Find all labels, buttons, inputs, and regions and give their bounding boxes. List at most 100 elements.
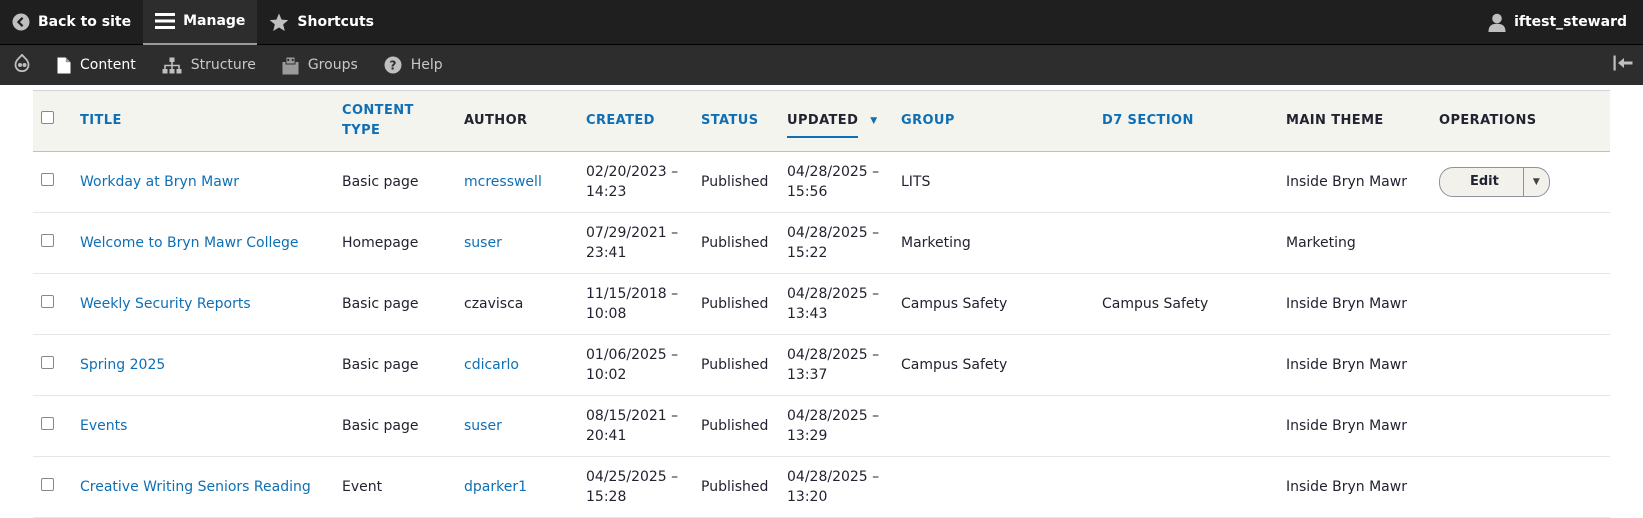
row-checkbox[interactable] <box>41 356 54 369</box>
user-icon <box>1488 13 1506 32</box>
row-checkbox[interactable] <box>41 417 54 430</box>
svg-text:?: ? <box>389 58 396 72</box>
row-select-cell <box>33 212 72 274</box>
row-author[interactable]: suser <box>464 418 502 434</box>
row-author[interactable]: czavisca <box>464 296 523 312</box>
tray-item-groups-label: Groups <box>307 57 358 73</box>
select-all-cell <box>33 90 72 152</box>
row-created-date: 08/15/2021 – <box>586 408 679 424</box>
header-status[interactable]: STATUS <box>693 90 779 152</box>
table-row: Events Basic page suser 08/15/2021 – 20:41 Pu… <box>33 395 1610 457</box>
row-content-type: Basic page <box>334 273 456 335</box>
row-title-link[interactable]: Spring 2025 <box>72 334 334 396</box>
row-updated-time: 15:56 <box>787 184 828 200</box>
back-to-site-label: Back to site <box>38 14 132 30</box>
row-status: Published <box>693 151 779 213</box>
collapse-left-icon <box>1613 55 1633 75</box>
manage-label: Manage <box>183 13 246 29</box>
row-d7-section <box>1094 395 1278 457</box>
manage-tab[interactable]: Manage <box>143 0 258 45</box>
row-title-link[interactable]: Events <box>72 395 334 457</box>
header-group[interactable]: GROUP <box>893 90 1094 152</box>
row-updated-date: 04/28/2025 – <box>787 164 880 180</box>
row-created-time: 10:08 <box>586 306 627 322</box>
row-select-cell <box>33 151 72 213</box>
row-operations <box>1431 395 1610 457</box>
row-updated: 04/28/2025 – 15:22 <box>779 212 893 274</box>
back-to-site-link[interactable]: Back to site <box>0 0 143 45</box>
toolbar-orientation-toggle[interactable] <box>1600 45 1643 85</box>
row-created-time: 10:02 <box>586 367 627 383</box>
header-content-type[interactable]: CONTENT TYPE <box>334 90 456 152</box>
row-author-cell: cdicarlo <box>456 334 578 396</box>
row-created: 04/25/2025 – 15:28 <box>578 456 693 518</box>
row-main-theme: Inside Bryn Mawr <box>1278 334 1431 396</box>
row-updated: 04/28/2025 – 13:29 <box>779 395 893 457</box>
tray-item-content[interactable]: Content <box>44 45 149 85</box>
operations-toggle-button[interactable]: ▼ <box>1524 168 1549 196</box>
row-title-link[interactable]: Welcome to Bryn Mawr College <box>72 212 334 274</box>
file-icon <box>57 57 71 74</box>
hamburger-menu-icon <box>155 12 176 30</box>
row-d7-section: Campus Safety <box>1094 273 1278 335</box>
table-row: Welcome to Bryn Mawr College Homepage suse… <box>33 212 1610 274</box>
row-updated: 04/28/2025 – 13:37 <box>779 334 893 396</box>
row-title-link[interactable]: Weekly Security Reports <box>72 273 334 335</box>
row-updated: 04/28/2025 – 13:43 <box>779 273 893 335</box>
row-title-link[interactable]: Creative Writing Seniors Reading <box>72 456 334 518</box>
row-checkbox[interactable] <box>41 173 54 186</box>
row-created-date: 01/06/2025 – <box>586 347 679 363</box>
row-author[interactable]: mcresswell <box>464 174 542 190</box>
row-checkbox[interactable] <box>41 234 54 247</box>
header-title[interactable]: TITLE <box>72 90 334 152</box>
tray-item-structure-label: Structure <box>190 57 256 73</box>
header-created[interactable]: CREATED <box>578 90 693 152</box>
row-updated-time: 13:20 <box>787 489 828 505</box>
drupal-home-link[interactable] <box>0 45 44 85</box>
tray-item-help[interactable]: ? Help <box>371 45 456 85</box>
row-updated-date: 04/28/2025 – <box>787 408 880 424</box>
row-title-link[interactable]: Workday at Bryn Mawr <box>72 151 334 213</box>
row-content-type: Homepage <box>334 212 456 274</box>
caret-down-icon: ▼ <box>1532 177 1540 187</box>
row-operations <box>1431 273 1610 335</box>
row-updated-date: 04/28/2025 – <box>787 469 880 485</box>
tray-item-groups[interactable]: Groups <box>269 45 371 85</box>
header-d7-section[interactable]: D7 SECTION <box>1094 90 1278 152</box>
row-content-type: Basic page <box>334 395 456 457</box>
row-author-cell: suser <box>456 212 578 274</box>
select-all-checkbox[interactable] <box>41 111 54 124</box>
row-select-cell <box>33 273 72 335</box>
header-updated[interactable]: UPDATED ▼ <box>787 104 878 138</box>
row-created-date: 04/25/2025 – <box>586 469 679 485</box>
row-select-cell <box>33 334 72 396</box>
row-author[interactable]: cdicarlo <box>464 357 519 373</box>
row-author[interactable]: suser <box>464 235 502 251</box>
row-main-theme: Inside Bryn Mawr <box>1278 456 1431 518</box>
table-row: Spring 2025 Basic page cdicarlo 01/06/2025 … <box>33 334 1610 396</box>
shortcuts-label: Shortcuts <box>297 14 374 30</box>
help-icon: ? <box>384 56 402 74</box>
row-checkbox[interactable] <box>41 295 54 308</box>
shortcuts-tab[interactable]: Shortcuts <box>257 0 386 45</box>
row-author[interactable]: dparker1 <box>464 479 527 495</box>
tray-item-structure[interactable]: Structure <box>149 45 269 85</box>
content-table: TITLE CONTENT TYPE AUTHOR CREATED STATUS… <box>33 90 1610 518</box>
row-operations <box>1431 212 1610 274</box>
row-checkbox[interactable] <box>41 478 54 491</box>
content-table-wrapper: TITLE CONTENT TYPE AUTHOR CREATED STATUS… <box>33 90 1610 518</box>
row-created: 07/29/2021 – 23:41 <box>578 212 693 274</box>
table-row: Creative Writing Seniors Reading Event dpa… <box>33 456 1610 518</box>
row-updated-date: 04/28/2025 – <box>787 225 880 241</box>
groups-icon <box>282 56 299 75</box>
edit-button[interactable]: Edit <box>1440 168 1524 196</box>
row-content-type: Basic page <box>334 334 456 396</box>
row-group <box>893 456 1094 518</box>
row-operations <box>1431 334 1610 396</box>
user-menu[interactable]: iftest_steward <box>1476 0 1643 45</box>
header-author: AUTHOR <box>456 90 578 152</box>
row-author-cell: mcresswell <box>456 151 578 213</box>
row-created: 01/06/2025 – 10:02 <box>578 334 693 396</box>
row-author-cell: suser <box>456 395 578 457</box>
row-d7-section <box>1094 456 1278 518</box>
